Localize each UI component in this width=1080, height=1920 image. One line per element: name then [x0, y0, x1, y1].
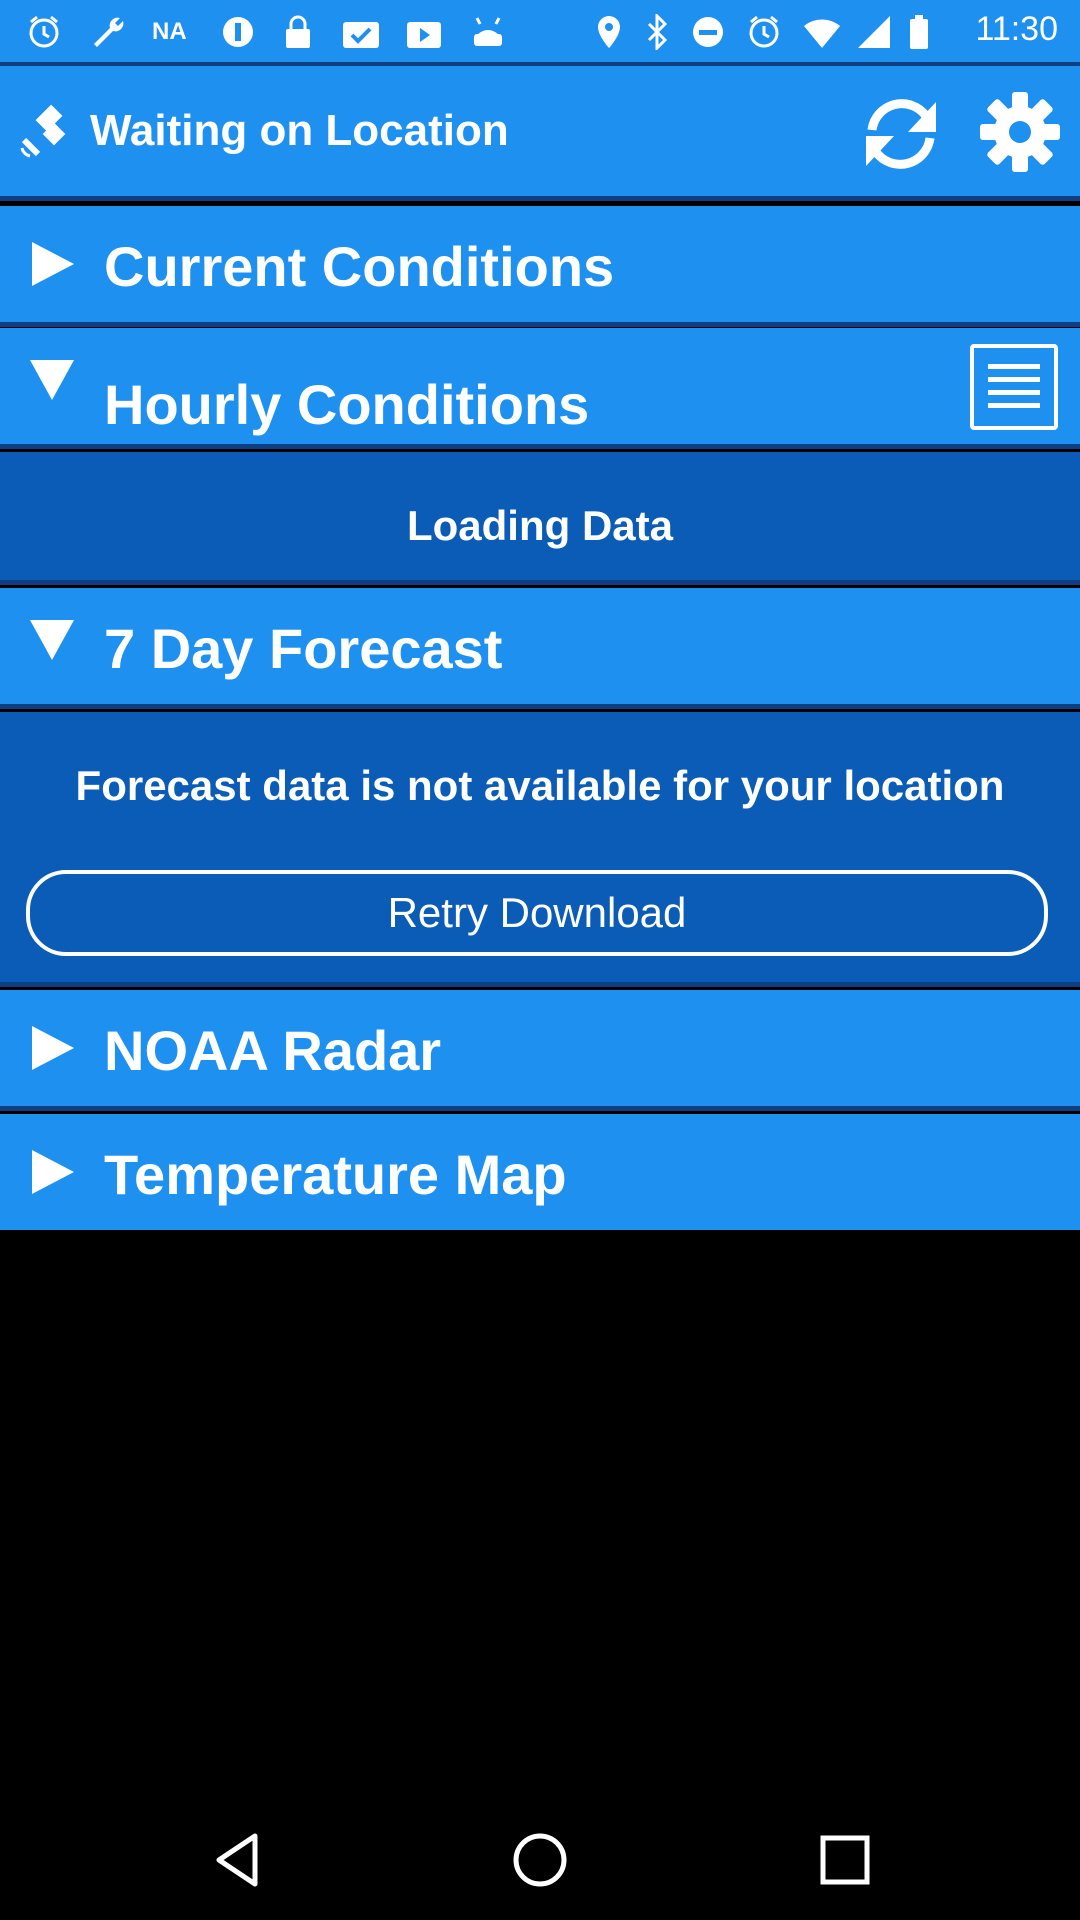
alarm-icon	[29, 15, 59, 48]
status-time: 11:30	[975, 10, 1058, 48]
divider	[0, 704, 1080, 709]
status-bar: NA 11:30	[0, 0, 1080, 62]
divider	[0, 580, 1080, 585]
section-temperature-map[interactable]: Temperature Map	[0, 1114, 1080, 1230]
section-title: NOAA Radar	[104, 1019, 442, 1082]
refresh-icon[interactable]	[858, 94, 944, 174]
system-nav-bar	[0, 1800, 1080, 1920]
divider	[0, 322, 1080, 327]
divider	[0, 1106, 1080, 1111]
forecast-message-panel: Forecast data is not available for your …	[0, 712, 1080, 982]
back-icon[interactable]	[207, 1830, 267, 1890]
section-title: Temperature Map	[104, 1143, 567, 1206]
dnd-icon	[693, 17, 723, 47]
section-noaa-radar[interactable]: NOAA Radar	[0, 990, 1080, 1106]
wrench-icon	[94, 17, 124, 47]
android-icon	[474, 17, 502, 46]
lock-icon	[286, 15, 310, 48]
recents-icon[interactable]	[815, 1830, 875, 1890]
expand-arrow-icon	[32, 1026, 74, 1070]
section-hourly-conditions[interactable]: Hourly Conditions	[0, 328, 1080, 444]
loading-text: Loading Data	[406, 502, 673, 549]
collapse-arrow-icon	[30, 360, 74, 400]
divider	[0, 196, 1080, 201]
forecast-unavailable-text: Forecast data is not available for your …	[75, 762, 1005, 809]
collapse-arrow-icon	[30, 620, 74, 660]
info-icon	[223, 17, 253, 47]
battery-icon	[910, 15, 928, 49]
home-icon[interactable]	[510, 1830, 570, 1890]
na-icon: NA	[152, 18, 187, 45]
clipboard-check-icon	[343, 22, 379, 48]
list-view-button[interactable]	[970, 344, 1058, 430]
divider	[0, 982, 1080, 987]
retry-download-button[interactable]: Retry Download	[26, 870, 1048, 956]
expand-arrow-icon	[32, 1150, 74, 1194]
satellite-icon	[20, 104, 66, 158]
wifi-icon	[804, 19, 840, 48]
location-icon	[598, 16, 620, 48]
section-7-day-forecast[interactable]: 7 Day Forecast	[0, 588, 1080, 704]
expand-arrow-icon	[32, 242, 74, 286]
title-clip	[100, 376, 580, 382]
media-icon	[407, 22, 441, 48]
section-title: 7 Day Forecast	[104, 617, 503, 680]
loading-panel: Loading Data	[0, 452, 1080, 580]
alarm-icon	[749, 15, 779, 48]
section-title: Current Conditions	[104, 235, 615, 298]
gear-icon[interactable]	[978, 90, 1062, 174]
signal-icon	[858, 16, 890, 48]
location-status-title: Waiting on Location	[90, 106, 509, 155]
app-header: Waiting on Location	[0, 66, 1080, 196]
section-current-conditions[interactable]: Current Conditions	[0, 206, 1080, 322]
divider	[0, 444, 1080, 449]
bluetooth-icon	[647, 14, 668, 50]
